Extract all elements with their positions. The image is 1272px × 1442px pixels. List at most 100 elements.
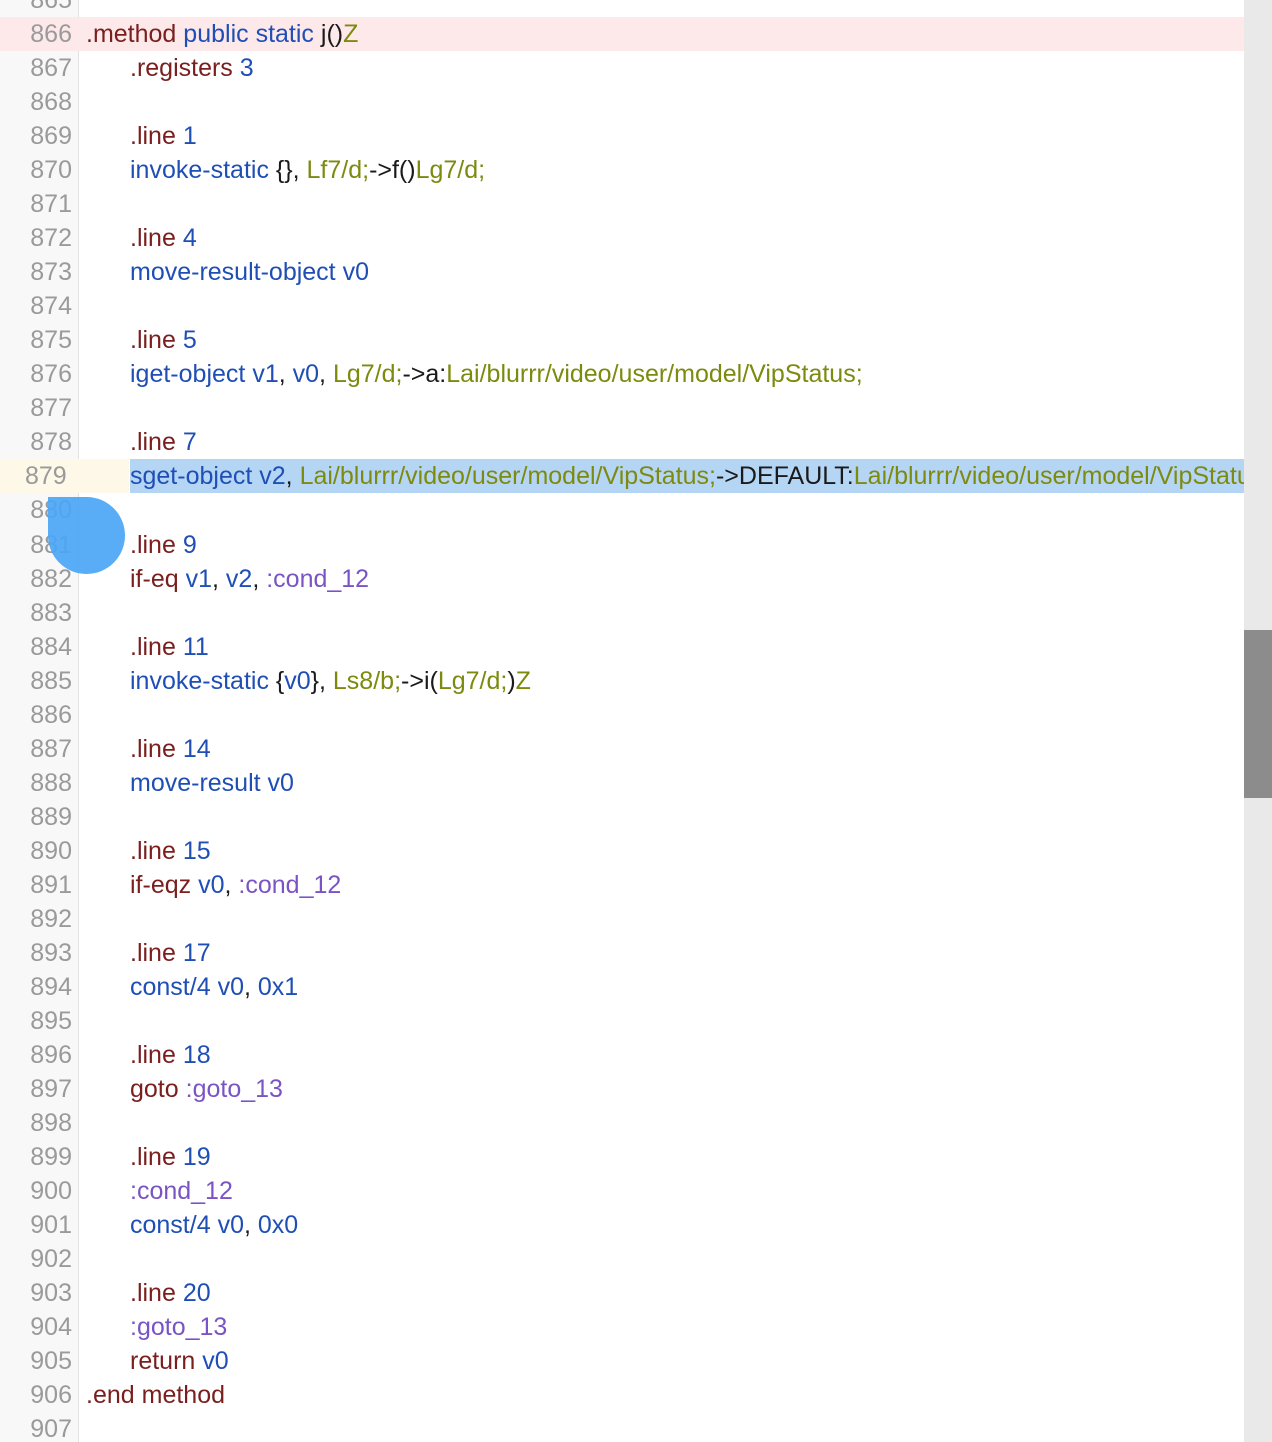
code-line[interactable]: 893 .line 17: [0, 936, 1244, 970]
code-text[interactable]: goto :goto_13: [130, 1072, 283, 1106]
code-text[interactable]: .line 18: [130, 1038, 211, 1072]
code-text[interactable]: :goto_13: [130, 1310, 227, 1344]
code-line[interactable]: 885 invoke-static {v0}, Ls8/b;->i(Lg7/d;)…: [0, 664, 1244, 698]
code-text[interactable]: .line 1: [130, 119, 197, 153]
line-number: 902: [30, 1245, 72, 1274]
code-text[interactable]: .line 20: [130, 1276, 211, 1310]
code-text[interactable]: .line 15: [130, 834, 211, 868]
code-line[interactable]: 880: [0, 493, 1244, 527]
code-text[interactable]: if-eq v1, v2, :cond_12: [130, 562, 369, 596]
code-text[interactable]: .line 11: [130, 630, 209, 664]
code-line[interactable]: 890 .line 15: [0, 834, 1244, 868]
code-line[interactable]: 882 if-eq v1, v2, :cond_12: [0, 562, 1244, 596]
line-number: 865: [30, 0, 72, 14]
code-line[interactable]: 889: [0, 800, 1244, 834]
code-line[interactable]: 869 .line 1: [0, 119, 1244, 153]
code-line[interactable]: 883: [0, 596, 1244, 630]
code-line[interactable]: 878 .line 7: [0, 425, 1244, 459]
code-text[interactable]: if-eqz v0, :cond_12: [130, 868, 341, 902]
code-editor[interactable]: 865 866 .method public static j()Z 867 .regi…: [0, 0, 1272, 1442]
code-text[interactable]: .line 4: [130, 221, 197, 255]
text-selection[interactable]: sget-object v2, Lai/blurrr/video/user/mo…: [130, 459, 1272, 494]
code-token: j(): [313, 20, 344, 49]
code-text[interactable]: const/4 v0, 0x1: [130, 970, 298, 1004]
code-line[interactable]: 906 .end method: [0, 1378, 1244, 1412]
code-line[interactable]: 870 invoke-static {}, Lf7/d;->f()Lg7/d;: [0, 153, 1244, 187]
code-line[interactable]: 892: [0, 902, 1244, 936]
code-line[interactable]: 871: [0, 187, 1244, 221]
code-line[interactable]: 903 .line 20: [0, 1276, 1244, 1310]
code-line[interactable]: 905 return v0: [0, 1344, 1244, 1378]
line-number: 898: [30, 1109, 72, 1138]
code-line[interactable]: 873 move-result-object v0: [0, 255, 1244, 289]
vertical-scrollbar-thumb[interactable]: [1244, 630, 1272, 798]
code-line[interactable]: 894 const/4 v0, 0x1: [0, 970, 1244, 1004]
code-line[interactable]: 895: [0, 1004, 1244, 1038]
code-lines[interactable]: 865 866 .method public static j()Z 867 .regi…: [0, 0, 1272, 1442]
code-text[interactable]: move-result v0: [130, 766, 294, 800]
code-line[interactable]: 867 .registers 3: [0, 51, 1244, 85]
line-number: 866: [0, 17, 72, 52]
code-token: :goto_13: [130, 1313, 228, 1342]
code-token: Lg7/d;: [437, 666, 508, 695]
code-line[interactable]: 866 .method public static j()Z: [0, 17, 1244, 52]
code-line[interactable]: 888 move-result v0: [0, 766, 1244, 800]
code-text[interactable]: iget-object v1, v0, Lg7/d;->a:Lai/blurrr…: [130, 357, 863, 391]
code-text[interactable]: .line 14: [130, 732, 211, 766]
code-line[interactable]: 881.line 9: [0, 528, 1244, 562]
code-text[interactable]: .line 17: [130, 936, 211, 970]
code-line[interactable]: 897 goto :goto_13: [0, 1072, 1244, 1106]
code-token: :cond_12: [238, 870, 342, 899]
code-line[interactable]: 874: [0, 289, 1244, 323]
code-line[interactable]: 872 .line 4: [0, 221, 1244, 255]
code-token: 17: [182, 938, 211, 967]
line-number: 887: [30, 734, 72, 763]
code-text[interactable]: .line 5: [130, 323, 197, 357]
code-text[interactable]: move-result-object v0: [130, 255, 369, 289]
code-text[interactable]: .end method: [86, 1378, 225, 1412]
code-line[interactable]: 886: [0, 698, 1244, 732]
code-text[interactable]: .line 19: [130, 1140, 211, 1174]
code-line[interactable]: 887 .line 14: [0, 732, 1244, 766]
code-token: 0x1: [257, 972, 299, 1001]
line-number: 895: [30, 1006, 72, 1035]
code-line[interactable]: 879 sget-object v2, Lai/blurrr/video/user…: [0, 459, 1272, 494]
code-line[interactable]: 904:goto_13: [0, 1310, 1244, 1344]
code-text[interactable]: .line 9: [130, 528, 197, 562]
code-line[interactable]: 865: [0, 0, 1244, 17]
code-line[interactable]: 868: [0, 85, 1244, 119]
code-token: 19: [182, 1143, 211, 1172]
code-token: Ls8/b;: [332, 666, 402, 695]
code-line[interactable]: 899 .line 19: [0, 1140, 1244, 1174]
line-number: 905: [30, 1347, 72, 1376]
code-text[interactable]: const/4 v0, 0x0: [130, 1208, 298, 1242]
code-line[interactable]: 902: [0, 1242, 1244, 1276]
code-text[interactable]: sget-object v2, Lai/blurrr/video/user/mo…: [130, 459, 1272, 494]
code-line[interactable]: 875 .line 5: [0, 323, 1244, 357]
code-text[interactable]: invoke-static {v0}, Ls8/b;->i(Lg7/d;)Z: [130, 664, 531, 698]
line-number: 868: [30, 88, 72, 117]
code-line[interactable]: 884 .line 11: [0, 630, 1244, 664]
code-line[interactable]: 907: [0, 1412, 1244, 1442]
code-line[interactable]: 877: [0, 391, 1244, 425]
code-line[interactable]: 896 .line 18: [0, 1038, 1244, 1072]
code-line[interactable]: 891 if-eqz v0, :cond_12: [0, 868, 1244, 902]
code-text[interactable]: .line 7: [130, 425, 197, 459]
code-line[interactable]: 876 iget-object v1, v0, Lg7/d;->a:Lai/blu…: [0, 357, 1244, 391]
line-number: 886: [30, 700, 72, 729]
code-token: .line: [130, 836, 176, 865]
code-text[interactable]: .method public static j()Z: [86, 17, 358, 51]
code-token: 11: [182, 632, 209, 661]
code-line[interactable]: 898: [0, 1106, 1244, 1140]
code-token: move-result-object: [130, 258, 336, 287]
code-text[interactable]: .registers 3: [130, 51, 254, 85]
code-text[interactable]: invoke-static {}, Lf7/d;->f()Lg7/d;: [130, 153, 485, 187]
code-text[interactable]: :cond_12: [130, 1174, 233, 1208]
line-number: 879: [0, 459, 129, 494]
code-token: 18: [182, 1040, 211, 1069]
teardrop-selection-handle-icon[interactable]: [48, 497, 125, 574]
code-line[interactable]: 901 const/4 v0, 0x0: [0, 1208, 1244, 1242]
code-line[interactable]: 900:cond_12: [0, 1174, 1244, 1208]
code-text[interactable]: return v0: [130, 1344, 229, 1378]
